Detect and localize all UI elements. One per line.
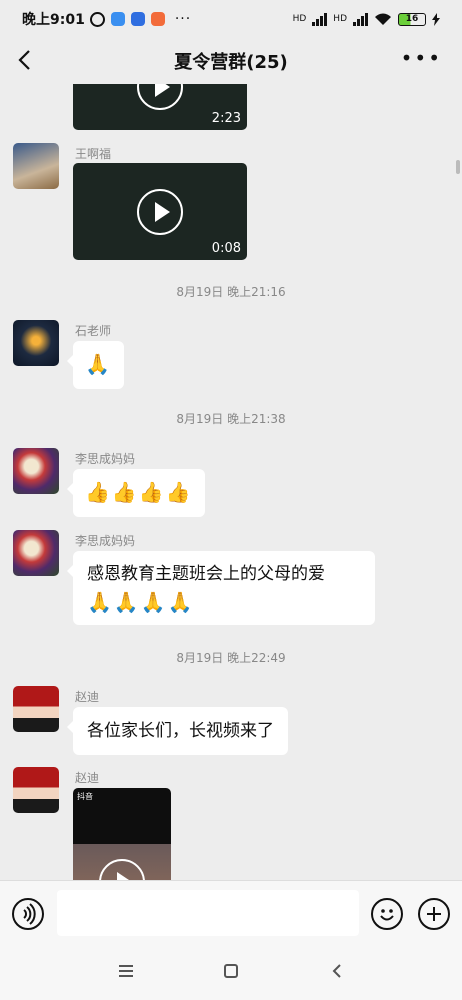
menu-icon[interactable]: [119, 965, 133, 978]
video-caption: 抖音: [77, 792, 93, 801]
battery-icon: 16: [398, 12, 426, 26]
home-icon[interactable]: [224, 964, 238, 978]
charging-icon: [432, 12, 440, 26]
play-icon[interactable]: [137, 84, 183, 111]
sender-name: 李思成妈妈: [75, 534, 136, 548]
message-bubble[interactable]: 各位家长们，长视频来了: [67, 707, 288, 755]
message-bubble[interactable]: 👍👍👍👍: [67, 469, 205, 517]
message-text: 各位家长们，长视频来了: [87, 721, 274, 741]
message-input[interactable]: [57, 890, 359, 936]
signal-icon: [353, 12, 368, 26]
voice-icon[interactable]: [12, 898, 44, 930]
input-bar: [0, 880, 462, 946]
avatar[interactable]: [13, 530, 59, 576]
message-list[interactable]: 2:23 王啊福 0:08 8月19日 晚上21:16 石老师 🙏 8月19日 …: [0, 84, 462, 880]
sender-name: 赵迪: [75, 690, 100, 704]
sender-name: 王啊福: [75, 147, 112, 161]
message-bubble[interactable]: 感恩教育主题班会上的父母的爱 🙏🙏🙏🙏: [67, 551, 375, 625]
chat-title: 夏令营群(25): [174, 52, 288, 73]
app-notification-icon: [110, 12, 125, 26]
signal-icon: [312, 12, 328, 26]
app-notification-icon: [130, 12, 145, 26]
avatar[interactable]: [13, 767, 59, 813]
message-emoji: 🙏🙏🙏🙏: [87, 590, 195, 614]
more-notifications-icon: ···: [174, 11, 192, 27]
sender-name: 赵迪: [75, 771, 100, 785]
plus-icon[interactable]: [418, 898, 450, 930]
sender-name: 石老师: [75, 324, 112, 338]
video-duration: 0:08: [211, 241, 241, 256]
emoji-icon[interactable]: [371, 898, 403, 930]
system-nav-bar: [0, 946, 462, 1000]
video-message[interactable]: 2:23: [73, 84, 247, 130]
message-bubble[interactable]: 🙏: [67, 341, 124, 389]
hd-label: HD: [333, 14, 347, 24]
status-time: 晚上9:01: [22, 12, 85, 28]
avatar[interactable]: [13, 320, 59, 366]
video-duration: 2:23: [211, 111, 241, 126]
status-bar: 晚上9:01 ··· HD HD 16: [0, 0, 462, 38]
message-text: 感恩教育主题班会上的父母的爱: [87, 564, 325, 584]
sender-name: 李思成妈妈: [75, 452, 136, 466]
hd-label: HD: [292, 14, 307, 24]
video-message[interactable]: 抖音: [73, 788, 171, 880]
more-options-icon[interactable]: •••: [401, 48, 442, 68]
avatar[interactable]: [13, 448, 59, 494]
video-message[interactable]: 0:08: [73, 163, 247, 260]
scrollbar[interactable]: [456, 160, 460, 174]
app-notification-icon: [150, 12, 165, 26]
wifi-icon: [375, 13, 391, 25]
timestamp: 8月19日 晚上21:16: [176, 285, 286, 299]
play-icon[interactable]: [137, 188, 183, 235]
timestamp: 8月19日 晚上21:38: [176, 412, 286, 426]
avatar[interactable]: [13, 143, 59, 189]
nav-back-icon[interactable]: [331, 963, 343, 979]
message-text: 🙏: [85, 352, 112, 376]
back-arrow-icon[interactable]: [12, 46, 40, 74]
avatar[interactable]: [13, 686, 59, 732]
timestamp: 8月19日 晚上22:49: [176, 651, 286, 665]
alarm-icon: [89, 11, 105, 27]
message-text: 👍👍👍👍: [85, 480, 193, 504]
chat-header: 夏令营群(25) •••: [0, 38, 462, 84]
